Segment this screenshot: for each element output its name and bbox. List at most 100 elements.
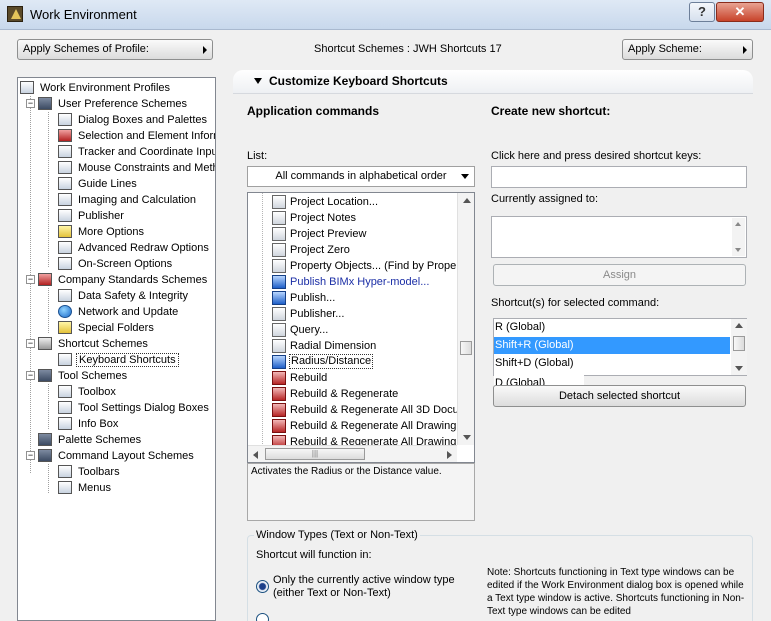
shortcut-item-selected[interactable]: Shift+R (Global)	[494, 337, 730, 354]
tree-item-advanced-redraw[interactable]: Advanced Redraw Options	[58, 240, 211, 256]
tree-item-on-screen[interactable]: On-Screen Options	[58, 256, 174, 272]
radio-all-window-types[interactable]	[256, 613, 269, 621]
command-item[interactable]: Publish...	[248, 290, 458, 306]
command-item[interactable]: Query...	[248, 322, 458, 338]
tree-item-publisher[interactable]: Publisher	[58, 208, 126, 224]
radio-active-window-type[interactable]	[256, 580, 269, 593]
tree-user-preference-schemes[interactable]: User Preference Schemes	[38, 96, 189, 112]
scroll-down-icon[interactable]	[735, 366, 743, 371]
shortcut-item[interactable]: Shift+D (Global)	[494, 355, 730, 372]
apply-schemes-of-profile-button[interactable]: Apply Schemes of Profile:	[17, 39, 213, 60]
computer-icon	[20, 81, 34, 94]
command-item[interactable]: Project Zero	[248, 242, 458, 258]
assigned-scrollbar[interactable]	[732, 218, 745, 256]
folder-icon	[58, 321, 72, 334]
tree-item-network[interactable]: Network and Update	[58, 304, 180, 320]
command-item[interactable]: Project Preview	[248, 226, 458, 242]
tree-item-mouse-constraints[interactable]: Mouse Constraints and Meth	[58, 160, 215, 176]
currently-assigned-label: Currently assigned to:	[491, 193, 598, 205]
shortcut-item[interactable]: R (Global)	[494, 319, 730, 336]
collapse-tool[interactable]: −	[26, 371, 35, 380]
command-list-dropdown[interactable]: All commands in alphabetical order	[247, 166, 475, 187]
tree-root[interactable]: Work Environment Profiles	[20, 80, 172, 96]
scheme-icon	[38, 337, 52, 350]
command-item[interactable]: Publisher...	[248, 306, 458, 322]
shortcut-schemes-label: Shortcut Schemes : JWH Shortcuts 17	[314, 43, 502, 55]
profiles-tree[interactable]: Work Environment Profiles − User Prefere…	[17, 77, 216, 621]
scroll-left-icon[interactable]	[253, 451, 258, 459]
command-item[interactable]: Project Notes	[248, 210, 458, 226]
shortcuts-scrollbar[interactable]	[731, 319, 747, 375]
detach-selected-shortcut-button[interactable]: Detach selected shortcut	[493, 385, 746, 407]
tree-command-layout-schemes[interactable]: Command Layout Schemes	[38, 448, 196, 464]
tree-item-tool-settings[interactable]: Tool Settings Dialog Boxes	[58, 400, 211, 416]
scroll-thumb[interactable]	[733, 336, 745, 351]
scheme-icon	[38, 433, 52, 446]
tree-item-info-box[interactable]: Info Box	[58, 416, 120, 432]
assign-button[interactable]: Assign	[493, 264, 746, 286]
tree-item-more-options[interactable]: More Options	[58, 224, 146, 240]
command-item[interactable]: Rebuild & Regenerate All 3D Docur	[248, 402, 462, 418]
tool-settings-icon	[58, 401, 72, 414]
keyboard-shortcut-icon	[58, 353, 72, 366]
press-keys-label: Click here and press desired shortcut ke…	[491, 150, 702, 162]
collapse-triangle-icon	[254, 78, 262, 84]
tracker-icon	[58, 145, 72, 158]
rebuild-icon	[272, 403, 286, 417]
command-item[interactable]: Rebuild	[248, 370, 458, 386]
command-item[interactable]: Radial Dimension	[248, 338, 458, 354]
tree-shortcut-schemes[interactable]: Shortcut Schemes	[38, 336, 150, 352]
bimx-icon	[272, 275, 286, 289]
tree-item-guide-lines[interactable]: Guide Lines	[58, 176, 139, 192]
scroll-thumb[interactable]	[460, 341, 472, 355]
collapse-company[interactable]: −	[26, 275, 35, 284]
info-box-icon	[58, 417, 72, 430]
command-item[interactable]: Rebuild & Regenerate	[248, 386, 458, 402]
scroll-right-icon[interactable]	[447, 451, 452, 459]
tree-item-imaging[interactable]: Imaging and Calculation	[58, 192, 198, 208]
scroll-up-icon[interactable]	[463, 198, 471, 203]
scheme-icon	[38, 369, 52, 382]
tree-palette-schemes[interactable]: Palette Schemes	[38, 432, 143, 448]
tree-item-dialog-boxes[interactable]: Dialog Boxes and Palettes	[58, 112, 209, 128]
commands-vertical-scrollbar[interactable]	[457, 193, 474, 445]
tree-company-standards-schemes[interactable]: Company Standards Schemes	[38, 272, 209, 288]
tree-item-selection[interactable]: Selection and Element Inform	[58, 128, 215, 144]
tree-item-tracker[interactable]: Tracker and Coordinate Inpu	[58, 144, 215, 160]
command-item-selected[interactable]: Radius/Distance	[248, 354, 458, 370]
rebuild-icon	[272, 371, 286, 385]
scroll-down-icon[interactable]	[463, 435, 471, 440]
globe-icon	[58, 305, 72, 318]
tree-tool-schemes[interactable]: Tool Schemes	[38, 368, 129, 384]
play-icon	[272, 355, 286, 369]
tree-item-data-safety[interactable]: Data Safety & Integrity	[58, 288, 190, 304]
shortcut-key-input[interactable]	[491, 166, 747, 188]
commands-list[interactable]: Project Location... Project Notes Projec…	[247, 192, 475, 463]
menus-icon	[58, 481, 72, 494]
customize-keyboard-shortcuts-header[interactable]: Customize Keyboard Shortcuts	[233, 70, 753, 94]
tree-item-toolbox[interactable]: Toolbox	[58, 384, 118, 400]
command-item[interactable]: Rebuild & Regenerate All Drawing I	[248, 418, 462, 434]
collapse-command-layout[interactable]: −	[26, 451, 35, 460]
command-item[interactable]: Property Objects... (Find by Prope	[248, 258, 458, 274]
project-zero-icon	[272, 243, 286, 257]
shortcuts-list[interactable]: R (Global) Shift+R (Global) Shift+D (Glo…	[493, 318, 747, 392]
tree-item-menus[interactable]: Menus	[58, 480, 113, 496]
chevron-right-icon	[743, 46, 747, 54]
collapse-shortcut[interactable]: −	[26, 339, 35, 348]
scroll-thumb[interactable]: |||	[265, 448, 365, 460]
radio-active-window-type-sublabel: (either Text or Non-Text)	[273, 587, 391, 599]
tree-item-special-folders[interactable]: Special Folders	[58, 320, 156, 336]
tree-item-keyboard-shortcuts[interactable]: Keyboard Shortcuts	[58, 352, 179, 368]
command-item[interactable]: Publish BIMx Hyper-model...	[248, 274, 458, 290]
scroll-up-icon[interactable]	[735, 323, 743, 328]
close-button[interactable]: ✕	[716, 2, 764, 22]
help-button[interactable]: ?	[689, 2, 715, 22]
command-item[interactable]: Project Location...	[248, 194, 458, 210]
apply-scheme-button[interactable]: Apply Scheme:	[622, 39, 753, 60]
app-icon	[7, 6, 23, 22]
commands-horizontal-scrollbar[interactable]: |||	[248, 445, 457, 462]
mouse-icon	[58, 161, 72, 174]
tree-item-toolbars[interactable]: Toolbars	[58, 464, 122, 480]
collapse-user-pref[interactable]: −	[26, 99, 35, 108]
